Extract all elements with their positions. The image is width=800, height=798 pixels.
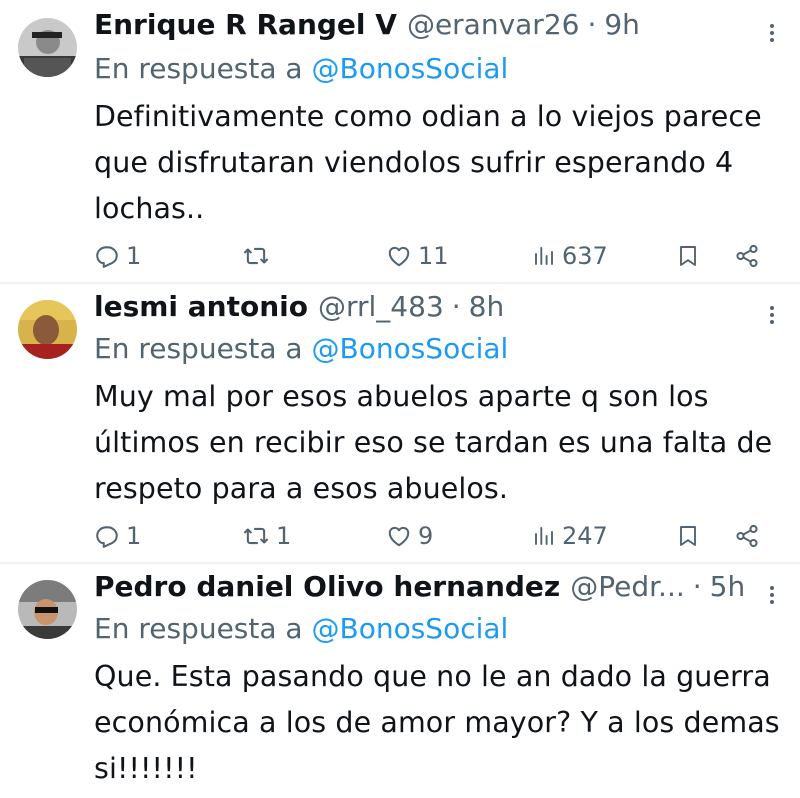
views-icon — [535, 527, 553, 545]
author-name[interactable]: Pedro daniel Olivo hernandez — [94, 570, 560, 603]
reply-icon — [96, 526, 118, 548]
reply-context: En respuesta a @BonosSocial — [94, 332, 508, 365]
views-count: 637 — [562, 242, 608, 270]
retweet-button[interactable]: 1 — [242, 518, 291, 554]
author-handle[interactable]: @rrl_483 — [318, 290, 444, 323]
author-handle[interactable]: @eranvar26 — [407, 8, 580, 41]
reply-mention-link[interactable]: @BonosSocial — [311, 612, 508, 645]
reply-prefix: En respuesta a — [94, 332, 303, 365]
action-bar: 1 11 637 — [94, 238, 774, 274]
avatar[interactable] — [18, 18, 77, 77]
views-count: 247 — [562, 522, 608, 550]
bookmark-button[interactable] — [676, 238, 700, 274]
avatar[interactable] — [18, 580, 77, 639]
views-button[interactable]: 247 — [532, 518, 608, 554]
like-icon — [388, 246, 410, 267]
tweet-header: lesmi antonio @rrl_483 · 8h — [94, 290, 740, 330]
like-count: 11 — [418, 242, 449, 270]
tweet-text: Definitivamente como odian a lo viejos p… — [94, 100, 762, 225]
timestamp[interactable]: 8h — [469, 290, 505, 323]
reply-prefix: En respuesta a — [94, 612, 303, 645]
like-count: 9 — [418, 522, 434, 550]
like-icon — [388, 526, 410, 547]
reply-count: 1 — [126, 242, 142, 270]
tweet-text: Muy mal por esos abuelos aparte q son lo… — [94, 380, 773, 505]
author-handle[interactable]: @Pedr... — [570, 570, 685, 603]
reply-context: En respuesta a @BonosSocial — [94, 52, 508, 85]
tweet[interactable]: Enrique R Rangel V @eranvar26 · 9h En re… — [0, 0, 800, 282]
retweet-icon — [243, 527, 269, 545]
share-button[interactable] — [734, 518, 760, 554]
reply-button[interactable]: 1 — [94, 238, 141, 274]
reply-button[interactable]: 1 — [94, 518, 141, 554]
reply-prefix: En respuesta a — [94, 52, 303, 85]
author-name[interactable]: Enrique R Rangel V — [94, 8, 397, 41]
share-icon — [736, 524, 758, 548]
tweet[interactable]: Pedro daniel Olivo hernandez @Pedr... · … — [0, 564, 800, 798]
retweet-button[interactable] — [242, 238, 276, 274]
separator: · — [587, 8, 597, 41]
bookmark-button[interactable] — [676, 518, 700, 554]
timestamp[interactable]: 9h — [604, 8, 640, 41]
tweet[interactable]: lesmi antonio @rrl_483 · 8h En respuesta… — [0, 284, 800, 562]
avatar[interactable] — [18, 300, 77, 359]
more-options-icon[interactable] — [766, 300, 778, 330]
like-button[interactable]: 9 — [386, 518, 433, 554]
author-name[interactable]: lesmi antonio — [94, 290, 308, 323]
share-icon — [736, 244, 758, 268]
separator: · — [451, 290, 461, 323]
tweet-header: Pedro daniel Olivo hernandez @Pedr... · … — [94, 570, 745, 610]
reply-mention-link[interactable]: @BonosSocial — [311, 52, 508, 85]
retweet-count: 1 — [276, 522, 292, 550]
reply-count: 1 — [126, 522, 142, 550]
reply-mention-link[interactable]: @BonosSocial — [311, 332, 508, 365]
share-button[interactable] — [734, 238, 760, 274]
views-button[interactable]: 637 — [532, 238, 608, 274]
action-bar: 1 1 9 247 — [94, 518, 774, 554]
like-button[interactable]: 11 — [386, 238, 449, 274]
views-icon — [535, 247, 553, 265]
retweet-icon — [243, 247, 269, 265]
bookmark-icon — [680, 526, 696, 546]
bookmark-icon — [680, 246, 696, 266]
tweet-text: Que. Esta pasando que no le an dado la g… — [94, 660, 780, 785]
more-options-icon[interactable] — [766, 18, 778, 48]
separator: · — [692, 570, 702, 603]
reply-icon — [96, 246, 118, 268]
reply-context: En respuesta a @BonosSocial — [94, 612, 508, 645]
tweet-header: Enrique R Rangel V @eranvar26 · 9h — [94, 8, 740, 48]
timestamp[interactable]: 5h — [710, 570, 746, 603]
more-options-icon[interactable] — [766, 580, 778, 610]
